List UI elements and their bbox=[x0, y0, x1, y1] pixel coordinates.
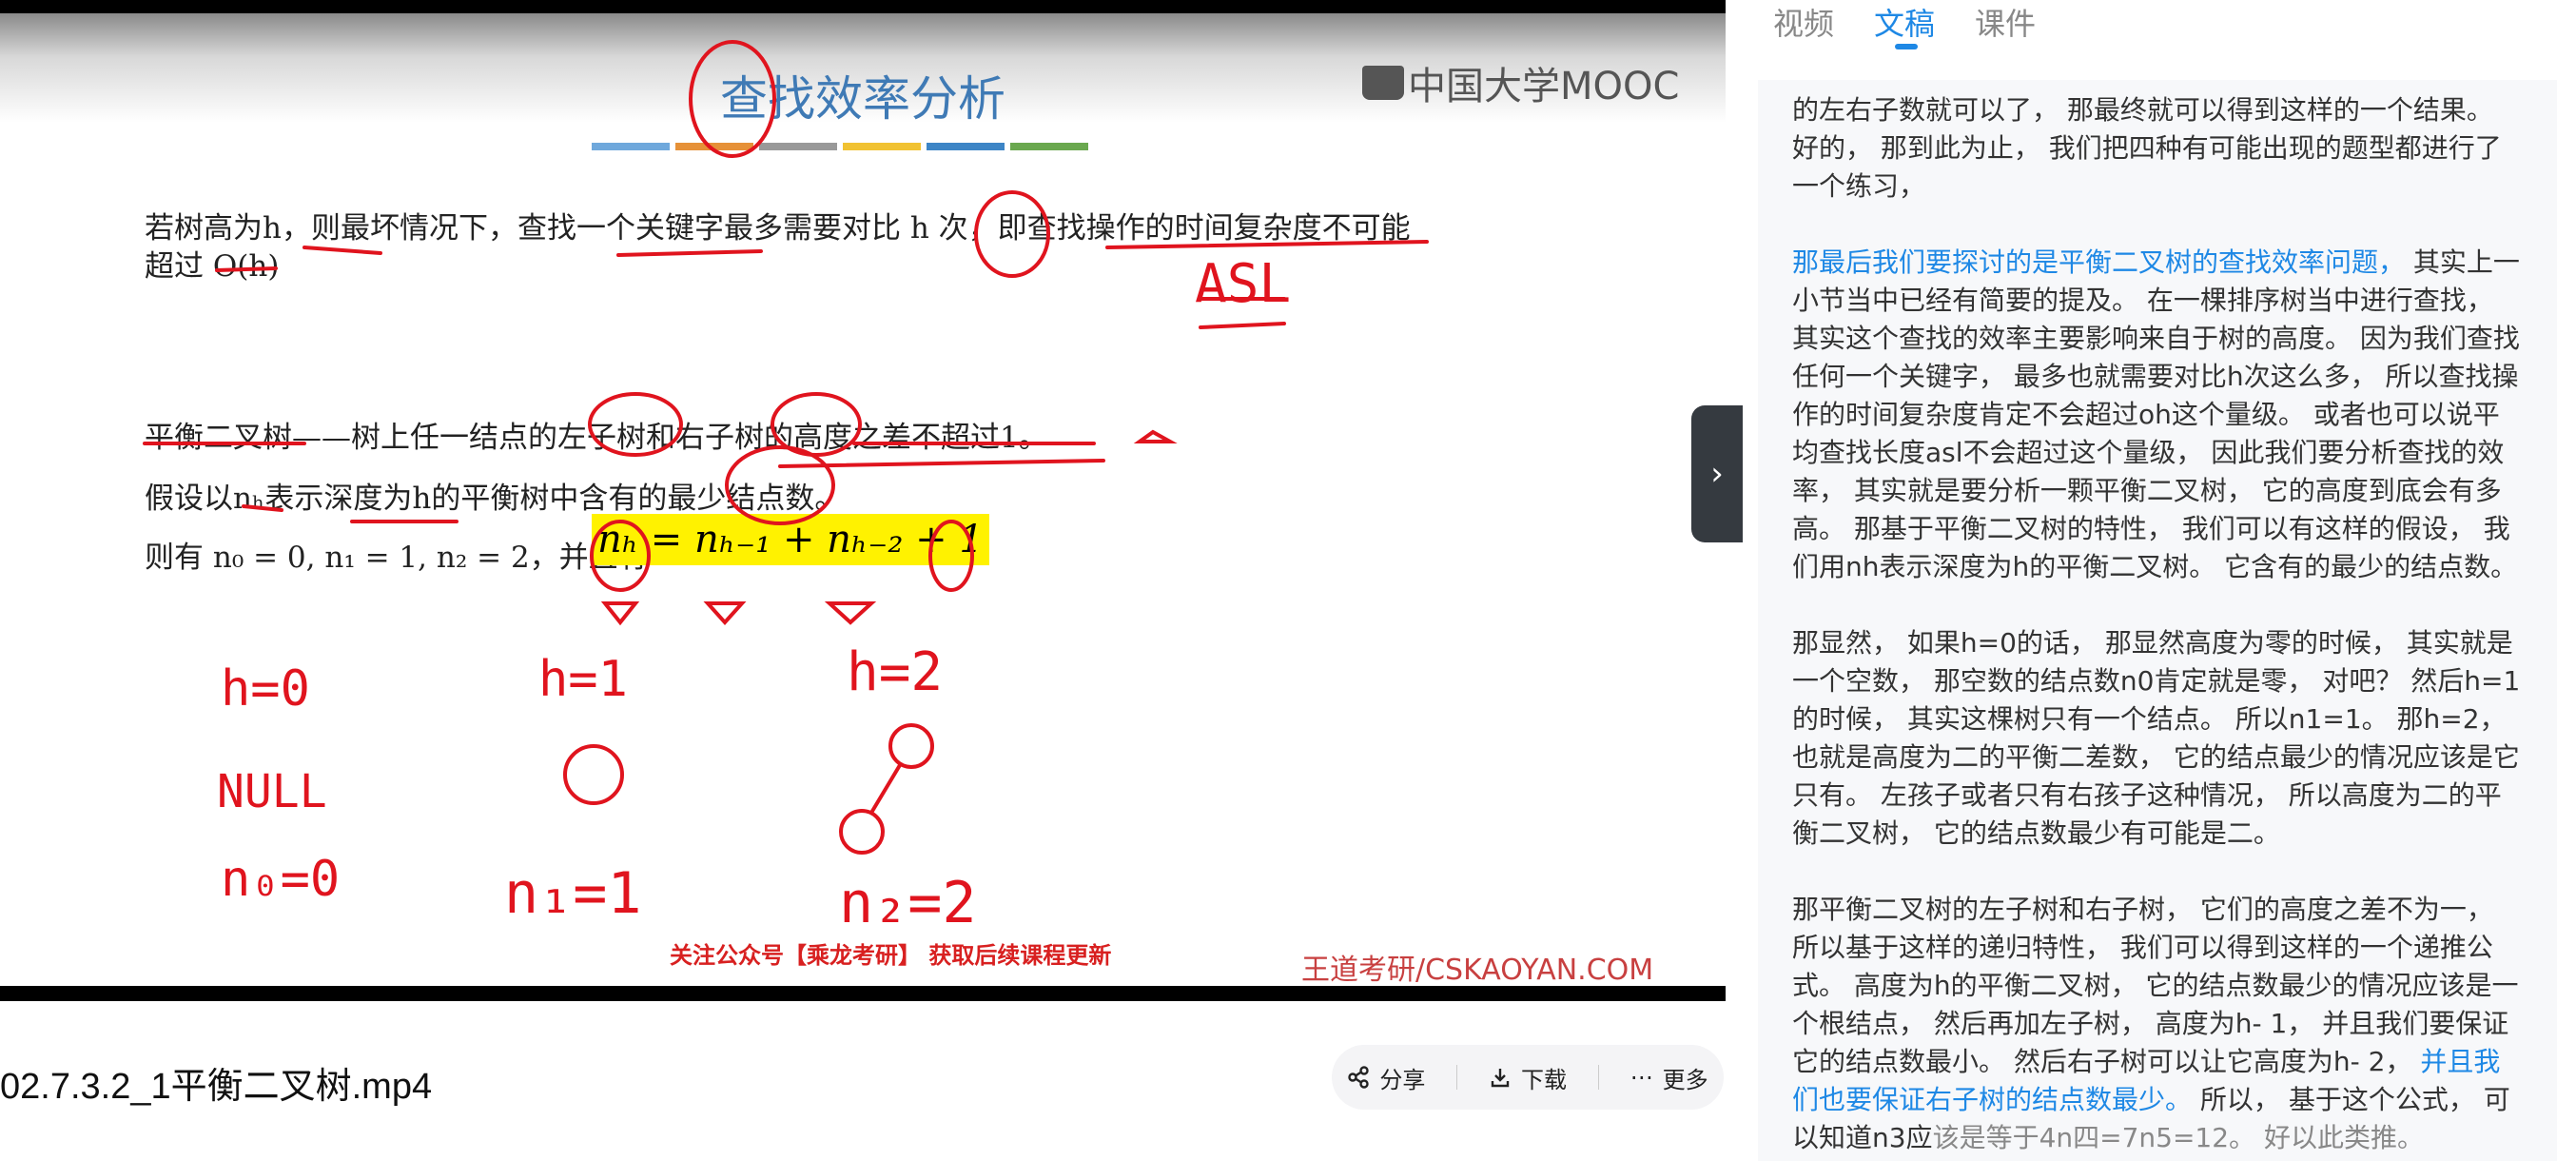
tab-courseware[interactable]: 课件 bbox=[1975, 0, 2036, 44]
paragraph-text: 的左右子数就可以了， 那最终就可以得到这样的一个结果。 好的， 那到此为止， 我… bbox=[1792, 94, 2502, 202]
panel-toggle-button[interactable]: › bbox=[1691, 405, 1743, 542]
more-icon: ⋯ bbox=[1630, 1064, 1653, 1091]
transcript-content[interactable]: 的左右子数就可以了， 那最终就可以得到这样的一个结果。 好的， 那到此为止， 我… bbox=[1758, 80, 2557, 1161]
download-icon bbox=[1491, 1069, 1510, 1088]
share-button[interactable]: 分享 bbox=[1347, 1061, 1425, 1094]
paragraph-text: 那显然， 如果h=0的话， 那显然高度为零的时候， 其实就是一个空数， 那空数的… bbox=[1792, 627, 2521, 849]
handwriting-h2: h=2 bbox=[847, 641, 944, 703]
side-panel: 视频 文稿 课件 的左右子数就可以了， 那最终就可以得到这样的一个结果。 好的，… bbox=[1748, 0, 2576, 1161]
transcript-paragraph: 的左右子数就可以了， 那最终就可以得到这样的一个结果。 好的， 那到此为止， 我… bbox=[1792, 91, 2523, 206]
transcript-paragraph: 那最后我们要探讨的是平衡二叉树的查找效率问题， 其实上一小节当中已经有简要的提及… bbox=[1792, 244, 2523, 586]
slide-footer-promo: 关注公众号【乘龙考研】 获取后续课程更新 bbox=[670, 942, 1112, 969]
handwriting-n0: n₀=0 bbox=[221, 851, 341, 908]
share-icon bbox=[1348, 1066, 1370, 1089]
handwriting-h0: h=0 bbox=[221, 660, 310, 718]
handwriting-asl: ASL bbox=[1195, 253, 1292, 315]
handwritten-annotations bbox=[143, 40, 1429, 855]
chevron-right-icon: › bbox=[1710, 455, 1724, 493]
more-button[interactable]: ⋯ 更多 bbox=[1630, 1061, 1708, 1094]
panel-tabs: 视频 文稿 课件 bbox=[1773, 0, 2036, 49]
download-button[interactable]: 下载 bbox=[1489, 1061, 1567, 1094]
slide-footer-brand: 王道考研/CSKAOYAN.COM bbox=[1301, 954, 1654, 986]
handwriting-n2: n₂=2 bbox=[839, 870, 977, 936]
video-player[interactable]: 查找效率分析 中国大学MOOC 若树高为h，则最坏情况下，查找一个关键字最多需要… bbox=[0, 0, 1726, 1001]
lecture-slide: 查找效率分析 中国大学MOOC 若树高为h，则最坏情况下，查找一个关键字最多需要… bbox=[0, 13, 1726, 986]
paragraph-highlight[interactable]: 那最后我们要探讨的是平衡二叉树的查找效率问题， bbox=[1792, 246, 2405, 278]
handwriting-null: NULL bbox=[217, 765, 327, 818]
tab-video[interactable]: 视频 bbox=[1773, 0, 1834, 44]
share-label: 分享 bbox=[1379, 1066, 1426, 1093]
paragraph-text: 那平衡二叉树的左子树和右子树， 它们的高度之差不为一， 所以基于这样的递归特性，… bbox=[1792, 894, 2519, 1077]
divider bbox=[1456, 1065, 1458, 1090]
more-label: 更多 bbox=[1662, 1066, 1708, 1093]
handwriting-h1: h=1 bbox=[538, 651, 628, 708]
paragraph-text: 其实上一小节当中已经有简要的提及。 在一棵排序树当中进行查找， 其实这个查找的效… bbox=[1792, 246, 2520, 582]
video-actions-bar: 分享 下载 ⋯ 更多 bbox=[1332, 1045, 1724, 1110]
download-label: 下载 bbox=[1520, 1066, 1567, 1093]
transcript-paragraph: 那显然， 如果h=0的话， 那显然高度为零的时候， 其实就是一个空数， 那空数的… bbox=[1792, 624, 2523, 853]
divider bbox=[1597, 1065, 1599, 1090]
tab-transcript[interactable]: 文稿 bbox=[1874, 0, 1935, 49]
handwriting-n1: n₁=1 bbox=[504, 860, 642, 927]
video-filename: 02.7.3.2_1平衡二叉树.mp4 bbox=[0, 1067, 433, 1107]
transcript-paragraph: 那平衡二叉树的左子树和右子树， 它们的高度之差不为一， 所以基于这样的递归特性，… bbox=[1792, 891, 2523, 1157]
paragraph-text-faded: 该是等于4n四=7n5=12。 好以此类推。 bbox=[1932, 1122, 2424, 1153]
